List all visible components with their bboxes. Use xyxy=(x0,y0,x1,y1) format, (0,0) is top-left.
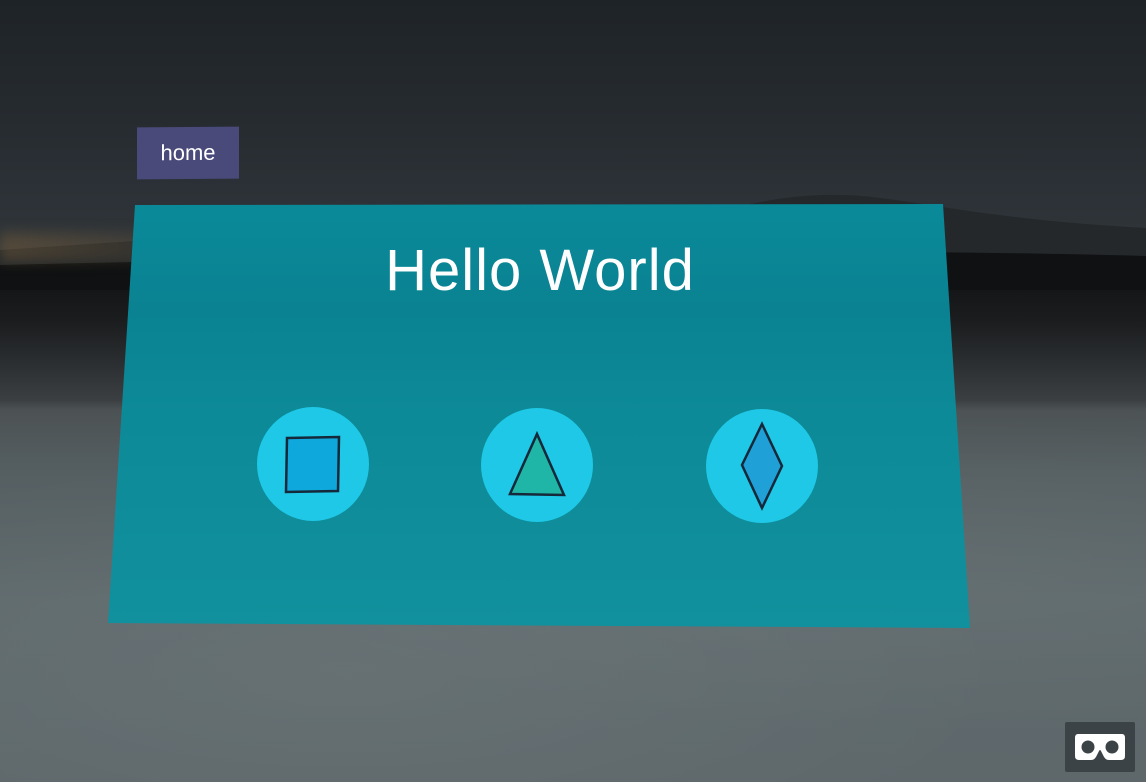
vr-mode-button[interactable] xyxy=(1065,722,1135,772)
triangle-button[interactable] xyxy=(481,408,593,522)
panel-title: Hello World xyxy=(385,238,695,303)
diamond-button[interactable] xyxy=(706,409,818,523)
triangle-icon xyxy=(508,430,566,497)
vr-scene: home Hello World xyxy=(0,0,1146,782)
square-button[interactable] xyxy=(257,407,369,521)
diamond-icon xyxy=(740,421,784,511)
vr-headset-icon xyxy=(1075,734,1125,760)
square-icon xyxy=(284,435,341,494)
main-panel xyxy=(108,204,970,628)
